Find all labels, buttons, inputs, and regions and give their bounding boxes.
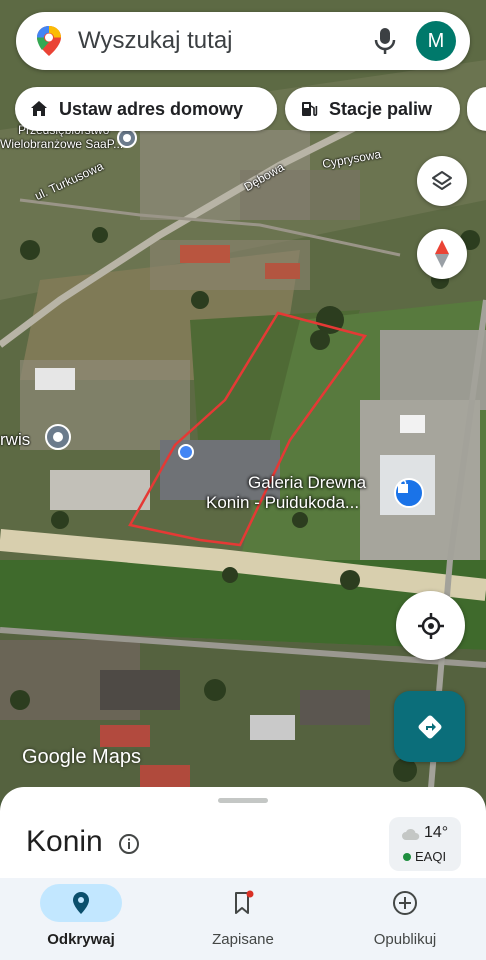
bottom-navigation: Odkrywaj Zapisane Opublikuj: [0, 878, 486, 960]
gas-station-icon: [302, 102, 318, 116]
chip-label: Ustaw adres domowy: [59, 98, 244, 119]
weather-widget[interactable]: 14° EAQI: [389, 817, 461, 871]
cloud-icon: [402, 828, 420, 840]
home-icon: [31, 101, 47, 116]
shopping-bag-icon[interactable]: [394, 478, 424, 508]
nav-contribute-indicator: [364, 884, 446, 922]
nav-label: Opublikuj: [373, 931, 437, 948]
map-place-pin[interactable]: [117, 128, 137, 148]
poi-name-line1: Galeria Drewna: [248, 473, 367, 492]
google-maps-logo: Google Maps: [22, 746, 141, 768]
air-quality-indicator: [403, 853, 411, 861]
directions-icon: [418, 715, 441, 738]
nav-explore[interactable]: Odkrywaj: [0, 878, 162, 960]
nav-saved-indicator: [202, 884, 284, 922]
nav-label: Odkrywaj: [47, 931, 115, 948]
poi-name-line2: Konin - Puidukoda...: [206, 493, 360, 512]
nav-contribute[interactable]: Opublikuj: [324, 878, 486, 960]
layers-icon: [432, 171, 452, 190]
explore-pin-icon: [73, 892, 89, 914]
google-maps-pin-icon: [37, 26, 61, 56]
bookmark-icon: [235, 890, 254, 914]
weather-temperature: 14°: [424, 824, 449, 841]
road-label: Wielobranżowe SaaP...: [0, 137, 124, 151]
place-title: Konin: [26, 825, 103, 858]
nav-explore-indicator: [40, 884, 122, 922]
nav-saved[interactable]: Zapisane: [162, 878, 324, 960]
chip-label: Stacje paliw: [329, 98, 433, 119]
bottom-sheet[interactable]: Konin 14° EAQI: [0, 787, 486, 887]
add-circle-icon: [393, 891, 417, 915]
my-location-button[interactable]: [396, 591, 465, 660]
poi-label[interactable]: Galeria Drewna Konin - Puidukoda...: [206, 473, 366, 513]
my-location-icon: [417, 612, 444, 639]
directions-button[interactable]: [394, 691, 465, 762]
microphone-icon[interactable]: [372, 26, 398, 56]
layers-button[interactable]: [417, 156, 467, 206]
search-input[interactable]: Wyszukaj tutaj: [78, 27, 372, 55]
chip-gas-stations[interactable]: Stacje paliw: [285, 87, 460, 131]
nav-label: Zapisane: [212, 931, 274, 948]
chip-set-home[interactable]: Ustaw adres domowy: [15, 87, 277, 131]
road-label: rwis: [0, 430, 31, 449]
info-icon[interactable]: [118, 833, 140, 855]
map-place-pin[interactable]: [45, 424, 71, 450]
air-quality-label: EAQI: [415, 849, 447, 864]
account-avatar[interactable]: M: [416, 21, 456, 61]
search-bar[interactable]: Wyszukaj tutaj M: [16, 12, 470, 70]
sheet-drag-handle[interactable]: [218, 798, 268, 803]
compass-button[interactable]: [417, 229, 467, 279]
compass-icon: [435, 240, 449, 268]
